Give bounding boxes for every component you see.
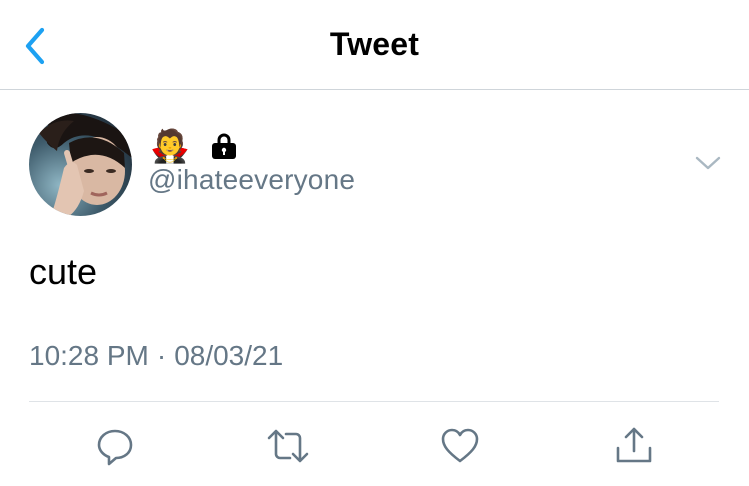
like-button[interactable] [438,424,482,468]
tweet-date: 08/03/21 [174,340,284,371]
share-button[interactable] [612,424,656,468]
tweet-timestamp: 10:28 PM · 08/03/21 [29,340,283,372]
tweet-detail-screen: Tweet 🧛 @ihateeveryone cute 10:28 PM · 0… [0,0,749,486]
tweet-text: cute [29,251,98,292]
author-handle[interactable]: @ihateeveryone [148,164,355,196]
reply-button[interactable] [93,424,137,468]
heart-icon [441,428,479,463]
timestamp-separator: · [156,340,167,371]
vampire-emoji: 🧛 [150,128,190,164]
retweet-icon [267,429,309,463]
avatar-image [29,113,132,216]
nav-header: Tweet [0,0,749,90]
author-name-row: 🧛 [150,127,238,165]
retweet-button[interactable] [266,424,310,468]
share-icon [616,427,652,463]
tweet-menu-button[interactable] [690,148,726,178]
divider [29,401,719,402]
page-title: Tweet [329,26,420,62]
avatar[interactable] [29,113,132,216]
tweet-time: 10:28 PM [29,340,149,371]
action-bar [0,420,749,470]
lock-icon [210,132,238,160]
chevron-down-icon [695,156,721,170]
reply-icon [97,429,133,466]
